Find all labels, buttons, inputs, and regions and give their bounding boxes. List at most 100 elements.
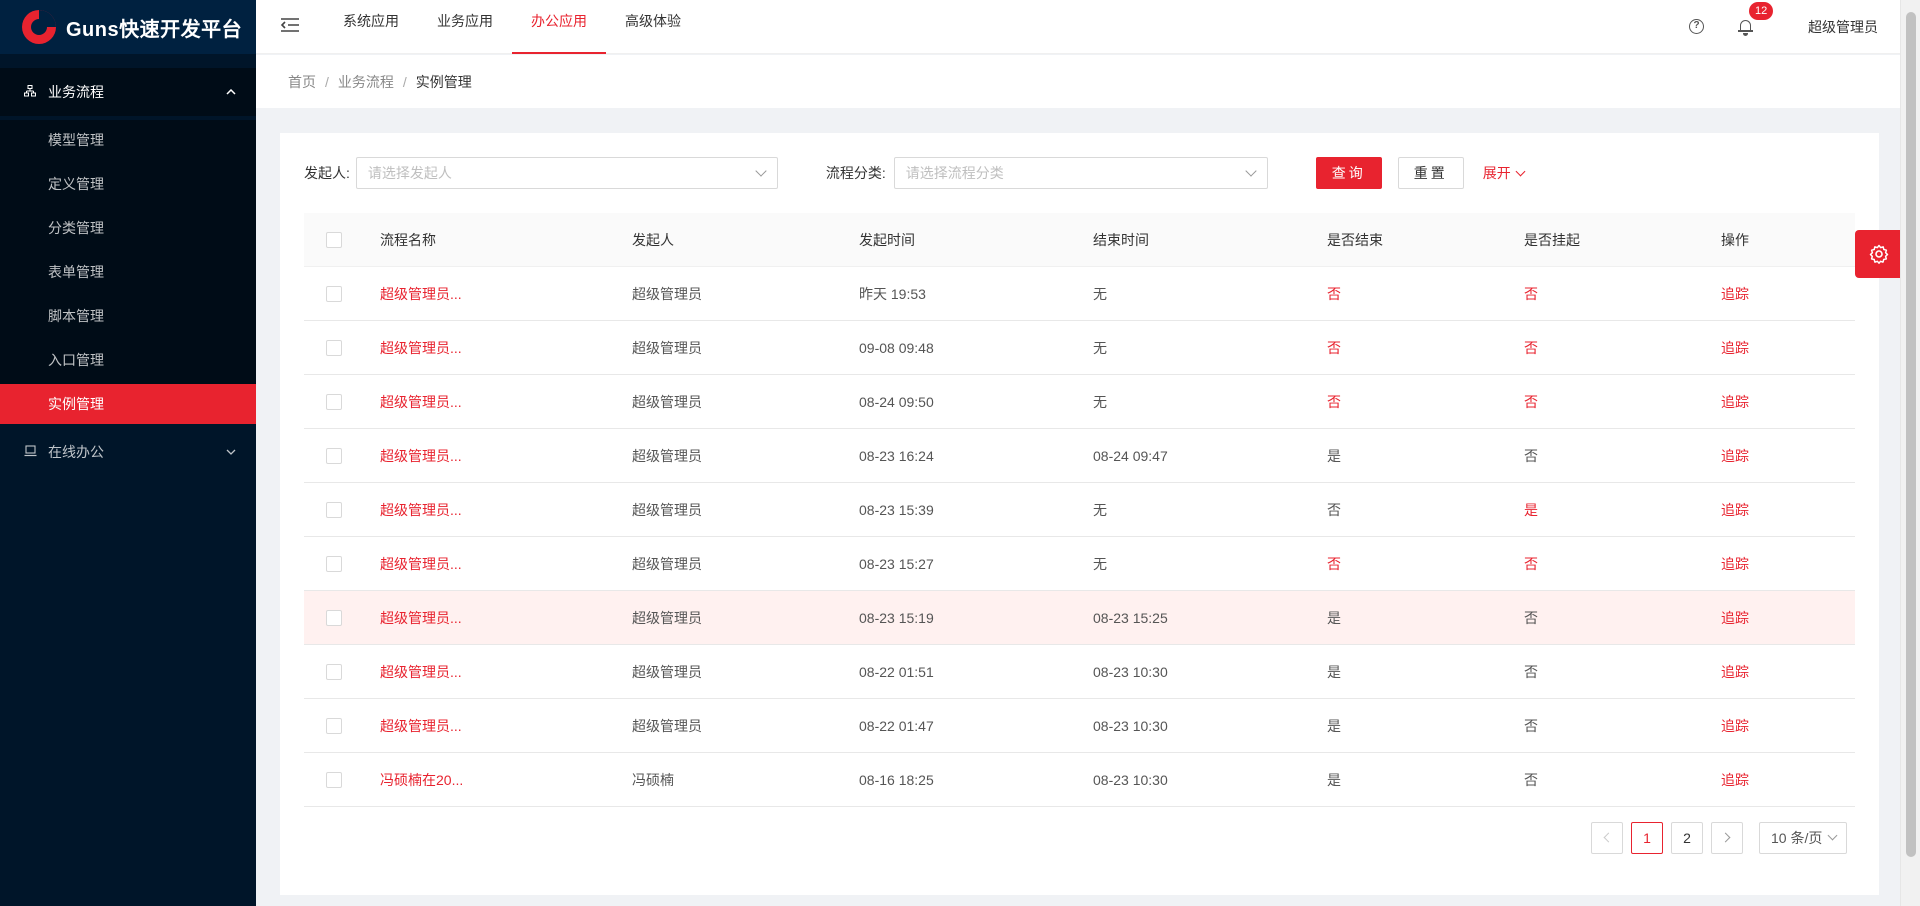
process-name-link[interactable]: 超级管理员... (380, 554, 632, 574)
suspended-cell: 否 (1524, 447, 1538, 464)
starter-select[interactable]: 请选择发起人 (355, 157, 778, 189)
trace-link[interactable]: 追踪 (1721, 500, 1855, 520)
col-finished: 是否结束 (1327, 231, 1383, 248)
user-menu[interactable]: 超级管理员 (1808, 17, 1878, 37)
end-time-cell: 无 (1093, 501, 1107, 518)
starter-cell: 超级管理员 (632, 663, 702, 680)
page-scrollbar[interactable] (1900, 0, 1920, 906)
process-name-link[interactable]: 超级管理员... (380, 338, 632, 358)
trace-link[interactable]: 追踪 (1721, 770, 1855, 790)
row-checkbox[interactable] (326, 717, 342, 734)
finished-cell: 否 (1327, 285, 1341, 302)
tab-office-app[interactable]: 办公应用 (512, 0, 606, 54)
menu-group-business-flow[interactable]: 业务流程 (0, 68, 256, 116)
select-all-cell (304, 231, 380, 248)
breadcrumb-current: 实例管理 (415, 73, 472, 90)
category-select[interactable]: 请选择流程分类 (893, 157, 1268, 189)
row-checkbox[interactable] (326, 393, 342, 410)
row-select-cell (304, 663, 380, 680)
search-button[interactable]: 查询 (1315, 157, 1382, 189)
table-row: 超级管理员... 超级管理员 08-23 15:39 无 否 是 追踪 (304, 483, 1855, 537)
chevron-down-icon (755, 165, 767, 177)
trace-link[interactable]: 追踪 (1721, 716, 1855, 736)
finished-cell: 是 (1327, 447, 1341, 464)
finished-cell: 否 (1327, 501, 1341, 518)
content-card: 发起人: 请选择发起人 流程分类: 请选择流程分类 查询 重置 展开 流程名称 … (280, 133, 1879, 895)
breadcrumb-home[interactable]: 首页 (288, 72, 316, 92)
trace-link[interactable]: 追踪 (1721, 446, 1855, 466)
starter-cell: 超级管理员 (632, 717, 702, 734)
row-select-cell (304, 447, 380, 464)
tab-business-app[interactable]: 业务应用 (418, 0, 512, 54)
row-checkbox[interactable] (326, 447, 342, 464)
expand-toggle[interactable]: 展开 (1483, 163, 1526, 183)
suspended-cell: 否 (1524, 339, 1538, 356)
breadcrumb-business-flow[interactable]: 业务流程 (338, 72, 394, 92)
chevron-left-icon (1603, 832, 1614, 843)
suspended-cell: 否 (1524, 393, 1538, 410)
sidebar-item-model[interactable]: 模型管理 (0, 120, 256, 160)
notification-bell[interactable]: 12 (1738, 1, 1774, 36)
help-icon[interactable]: ? (1689, 19, 1704, 34)
sidebar-item-script[interactable]: 脚本管理 (0, 296, 256, 336)
row-select-cell (304, 717, 380, 734)
select-all-checkbox[interactable] (326, 231, 342, 248)
process-name-link[interactable]: 超级管理员... (380, 608, 632, 628)
process-name-link[interactable]: 超级管理员... (380, 662, 632, 682)
row-checkbox[interactable] (326, 771, 342, 788)
next-page-button[interactable] (1711, 822, 1743, 854)
process-name-link[interactable]: 冯硕楠在20... (380, 770, 632, 790)
sidebar-item-category[interactable]: 分类管理 (0, 208, 256, 248)
sidebar-item-definition[interactable]: 定义管理 (0, 164, 256, 204)
start-time-cell: 08-16 18:25 (859, 771, 934, 788)
page-size-select[interactable]: 10 条/页 (1759, 822, 1847, 854)
chevron-up-icon (226, 86, 236, 98)
trace-link[interactable]: 追踪 (1721, 608, 1855, 628)
trace-link[interactable]: 追踪 (1721, 284, 1855, 304)
table-row: 超级管理员... 超级管理员 08-22 01:51 08-23 10:30 是 否 追踪 (304, 645, 1855, 699)
sidebar: Guns快速开发平台 业务流程 模型管理 定义管理 分类管理 表单管理 脚本管理… (0, 0, 256, 906)
sidebar-menu: 业务流程 模型管理 定义管理 分类管理 表单管理 脚本管理 入口管理 实例管理 … (0, 68, 256, 476)
process-name-link[interactable]: 超级管理员... (380, 446, 632, 466)
sidebar-item-instance[interactable]: 实例管理 (0, 384, 256, 424)
page-2-button[interactable]: 2 (1671, 822, 1703, 854)
row-checkbox[interactable] (326, 609, 342, 626)
finished-cell: 是 (1327, 771, 1341, 788)
trace-link[interactable]: 追踪 (1721, 662, 1855, 682)
sitemap-icon (24, 84, 38, 100)
tab-system-app[interactable]: 系统应用 (324, 0, 418, 54)
trace-link[interactable]: 追踪 (1721, 338, 1855, 358)
row-select-cell (304, 555, 380, 572)
process-name-link[interactable]: 超级管理员... (380, 392, 632, 412)
reset-button[interactable]: 重置 (1397, 157, 1464, 189)
row-checkbox[interactable] (326, 501, 342, 518)
start-time-cell: 08-23 15:19 (859, 609, 934, 626)
process-name-link[interactable]: 超级管理员... (380, 716, 632, 736)
logo-mark-icon (22, 10, 56, 44)
table-row: 超级管理员... 超级管理员 09-08 09:48 无 否 否 追踪 (304, 321, 1855, 375)
starter-cell: 超级管理员 (632, 501, 702, 518)
sidebar-item-entry[interactable]: 入口管理 (0, 340, 256, 380)
menu-group-online-office[interactable]: 在线办公 (0, 428, 256, 476)
logo[interactable]: Guns快速开发平台 (0, 0, 256, 54)
row-checkbox[interactable] (326, 285, 342, 302)
menu-fold-icon[interactable] (280, 17, 300, 37)
scrollbar-thumb[interactable] (1906, 12, 1916, 857)
settings-button[interactable] (1855, 230, 1903, 278)
laptop-icon (24, 444, 38, 460)
breadcrumb-separator: / (402, 73, 407, 90)
process-name-link[interactable]: 超级管理员... (380, 284, 632, 304)
process-name-link[interactable]: 超级管理员... (380, 500, 632, 520)
bell-icon-base (1738, 29, 1753, 32)
row-checkbox[interactable] (326, 555, 342, 572)
submenu-business-flow: 模型管理 定义管理 分类管理 表单管理 脚本管理 入口管理 实例管理 (0, 120, 256, 424)
row-checkbox[interactable] (326, 663, 342, 680)
tab-advanced[interactable]: 高级体验 (606, 0, 700, 54)
starter-cell: 超级管理员 (632, 555, 702, 572)
trace-link[interactable]: 追踪 (1721, 392, 1855, 412)
prev-page-button[interactable] (1591, 822, 1623, 854)
sidebar-item-form[interactable]: 表单管理 (0, 252, 256, 292)
trace-link[interactable]: 追踪 (1721, 554, 1855, 574)
page-1-button[interactable]: 1 (1631, 822, 1663, 854)
row-checkbox[interactable] (326, 339, 342, 356)
